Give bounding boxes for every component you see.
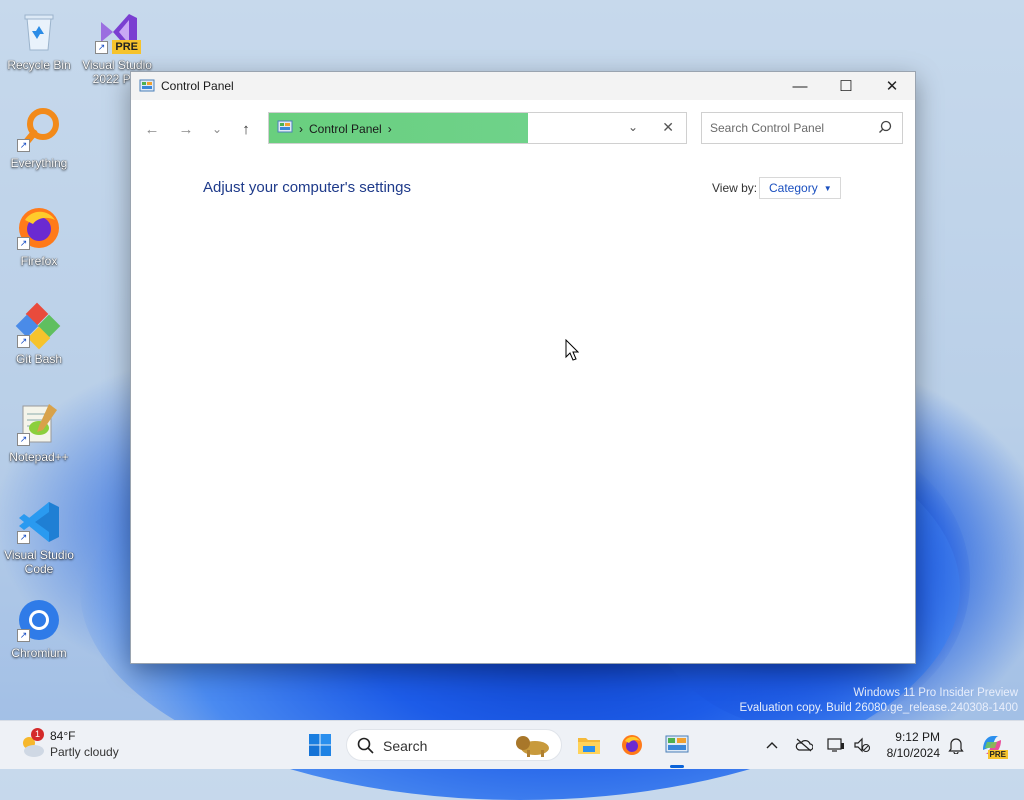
shortcut-arrow-icon: ↗: [17, 237, 30, 250]
pre-badge: PRE: [112, 40, 141, 54]
shortcut-arrow-icon: ↗: [17, 139, 30, 152]
caret-down-icon: ▼: [823, 183, 832, 193]
search-input[interactable]: [710, 121, 870, 135]
shortcut-arrow-icon: ↗: [17, 629, 30, 642]
vscode-icon: ↗: [15, 498, 63, 546]
git-bash-icon: ↗: [15, 302, 63, 350]
address-bar[interactable]: › Control Panel › ⌄ ✕: [268, 112, 687, 144]
clock-time: 9:12 PM: [895, 730, 940, 744]
clock-date: 8/10/2024: [886, 746, 940, 760]
view-by-dropdown[interactable]: Category ▼: [759, 177, 841, 199]
mouse-cursor-icon: [565, 338, 580, 364]
page-title: Adjust your computer's settings: [203, 179, 411, 196]
volume-muted-icon[interactable]: [852, 735, 872, 755]
search-icon[interactable]: [878, 120, 892, 137]
desktop-icon-vscode[interactable]: ↗ Visual Studio Code: [1, 498, 77, 576]
firefox-icon: ↗: [15, 204, 63, 252]
copilot-button[interactable]: PRE: [978, 731, 1008, 759]
watermark-line2: Evaluation copy. Build 26080.ge_release.…: [739, 702, 1018, 714]
breadcrumb: › Control Panel ›: [277, 120, 392, 137]
taskbar-search-label: Search: [383, 738, 428, 754]
windows-logo-icon: [309, 734, 331, 756]
shortcut-arrow-icon: ↗: [95, 41, 108, 54]
search-box[interactable]: [701, 112, 903, 144]
desktop-icon-chromium[interactable]: ↗ Chromium: [1, 596, 77, 660]
onedrive-offline-icon[interactable]: [794, 735, 814, 755]
title-bar[interactable]: Control Panel — ☐ ✕: [131, 72, 915, 100]
desktop-icon-recycle-bin[interactable]: Recycle Bin: [1, 8, 77, 72]
start-button[interactable]: [306, 731, 334, 759]
breadcrumb-control-panel[interactable]: Control Panel: [309, 122, 382, 136]
watermark-line1: Windows 11 Pro Insider Preview: [853, 687, 1018, 699]
shortcut-arrow-icon: ↗: [17, 335, 30, 348]
weather-widget[interactable]: 1 84°F Partly cloudy: [18, 728, 138, 763]
folder-icon: [578, 738, 600, 754]
everything-search-icon: ↗: [15, 106, 63, 154]
control-panel-icon: [139, 78, 155, 94]
windows-watermark: Windows 11 Pro Insider Preview Evaluatio…: [739, 686, 1018, 716]
window-title: Control Panel: [161, 79, 234, 93]
taskbar-search[interactable]: Search: [346, 729, 562, 761]
taskbar: 1 84°F Partly cloudy Search 9:12 PM 8/10…: [0, 720, 1024, 769]
maximize-button[interactable]: ☐: [823, 72, 869, 100]
breadcrumb-separator[interactable]: ›: [388, 122, 392, 136]
control-panel-icon: [665, 735, 689, 753]
control-panel-window: Control Panel — ☐ ✕ ← → ⌄ ↑ › Control Pa…: [130, 71, 916, 664]
search-icon: [357, 737, 374, 757]
up-button[interactable]: ↑: [235, 118, 257, 140]
shortcut-arrow-icon: ↗: [17, 433, 30, 446]
notification-bell-icon[interactable]: [946, 735, 966, 755]
view-by-label: View by:: [712, 181, 758, 195]
address-clear-button[interactable]: ✕: [662, 119, 674, 136]
recycle-bin-icon: [15, 8, 63, 56]
search-highlight-lion-icon: [513, 732, 557, 761]
desktop-icon-notepadpp[interactable]: ↗ Notepad++: [1, 400, 77, 464]
back-button[interactable]: ←: [141, 118, 163, 140]
taskbar-control-panel[interactable]: [663, 731, 691, 759]
desktop-icon-everything[interactable]: ↗ Everything: [1, 106, 77, 170]
system-clock[interactable]: 9:12 PM 8/10/2024: [872, 729, 940, 761]
shortcut-arrow-icon: ↗: [17, 531, 30, 544]
chromium-icon: ↗: [15, 596, 63, 644]
weather-temp: 84°F: [50, 729, 76, 743]
weather-condition: Partly cloudy: [50, 745, 119, 759]
view-by-value: Category: [769, 181, 818, 195]
desktop-icon-git-bash[interactable]: ↗ Git Bash: [1, 302, 77, 366]
taskbar-file-explorer[interactable]: [575, 731, 603, 759]
firefox-icon: [622, 735, 642, 755]
minimize-button[interactable]: —: [777, 72, 823, 100]
recent-locations-button[interactable]: ⌄: [206, 118, 228, 140]
desktop-icon-firefox[interactable]: ↗ Firefox: [1, 204, 77, 268]
weather-badge: 1: [31, 728, 44, 741]
breadcrumb-separator[interactable]: ›: [299, 122, 303, 136]
visual-studio-icon: PRE ↗: [93, 8, 141, 56]
notepadpp-icon: ↗: [15, 400, 63, 448]
address-dropdown-button[interactable]: ⌄: [628, 120, 638, 134]
control-panel-icon: [277, 120, 293, 137]
copilot-pre-badge: PRE: [987, 750, 1008, 759]
display-network-icon[interactable]: [826, 735, 846, 755]
taskbar-firefox[interactable]: [618, 731, 646, 759]
show-hidden-icons-chevron-up-icon[interactable]: [762, 735, 782, 755]
close-button[interactable]: ✕: [869, 72, 915, 100]
forward-button[interactable]: →: [175, 118, 197, 140]
